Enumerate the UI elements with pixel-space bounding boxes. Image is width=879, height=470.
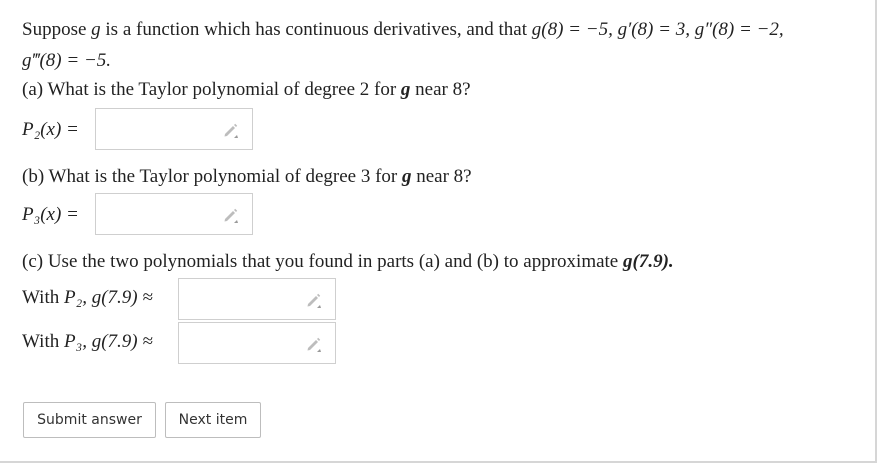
part-a-prompt: (a) What is the Taylor polynomial of deg… xyxy=(22,79,471,101)
part-a-g: g xyxy=(400,79,411,100)
part-b-prompt-pre: (b) What is the Taylor polynomial of deg… xyxy=(22,166,402,187)
intro-text-1: Suppose xyxy=(22,19,92,40)
given-conditions-1: g(8) = −5, g′(8) = 3, g″(8) = −2, xyxy=(531,19,784,40)
part-a-prompt-post: near 8? xyxy=(410,79,471,100)
problem-intro: Suppose g is a function which has contin… xyxy=(22,19,784,41)
p3-answer-input[interactable] xyxy=(95,193,253,235)
part-c-expr: g(7.9). xyxy=(623,251,674,272)
with-p2-label: With P₂, g(7.9) ≈ xyxy=(22,287,153,309)
p2-answer-input[interactable] xyxy=(95,108,253,150)
given-conditions-2: g‴(8) = −5. xyxy=(22,50,111,72)
part-c-prompt: (c) Use the two polynomials that you fou… xyxy=(22,251,674,273)
intro-text-2: is a function which has continuous deriv… xyxy=(100,19,532,40)
function-symbol: g xyxy=(91,19,101,40)
with-p2-math: P₂, g(7.9) ≈ xyxy=(63,287,153,308)
p2-label: P₂(x) = xyxy=(22,119,79,140)
next-item-button[interactable]: Next item xyxy=(165,402,261,438)
part-b-prompt-post: near 8? xyxy=(411,166,472,187)
g79-p3-answer-input[interactable] xyxy=(178,322,336,364)
p3-label: P₃(x) = xyxy=(22,204,79,225)
g79-p2-answer-input[interactable] xyxy=(178,278,336,320)
question-card: Suppose g is a function which has contin… xyxy=(0,0,877,463)
part-b-label: P₃(x) = xyxy=(22,204,79,226)
third-derivative-condition: g‴(8) = −5. xyxy=(22,50,112,71)
with-p3-pre: With xyxy=(22,331,64,352)
part-b-prompt: (b) What is the Taylor polynomial of deg… xyxy=(22,166,472,188)
part-c-prompt-pre: (c) Use the two polynomials that you fou… xyxy=(22,251,623,272)
part-a-prompt-pre: (a) What is the Taylor polynomial of deg… xyxy=(22,79,401,100)
with-p3-math: P₃, g(7.9) ≈ xyxy=(63,331,153,352)
pencil-icon[interactable] xyxy=(305,335,323,353)
with-p2-pre: With xyxy=(22,287,64,308)
with-p3-label: With P₃, g(7.9) ≈ xyxy=(22,331,153,353)
pencil-icon[interactable] xyxy=(305,291,323,309)
pencil-icon[interactable] xyxy=(222,206,240,224)
part-a-label: P₂(x) = xyxy=(22,119,79,141)
submit-answer-button[interactable]: Submit answer xyxy=(23,402,156,438)
pencil-icon[interactable] xyxy=(222,121,240,139)
